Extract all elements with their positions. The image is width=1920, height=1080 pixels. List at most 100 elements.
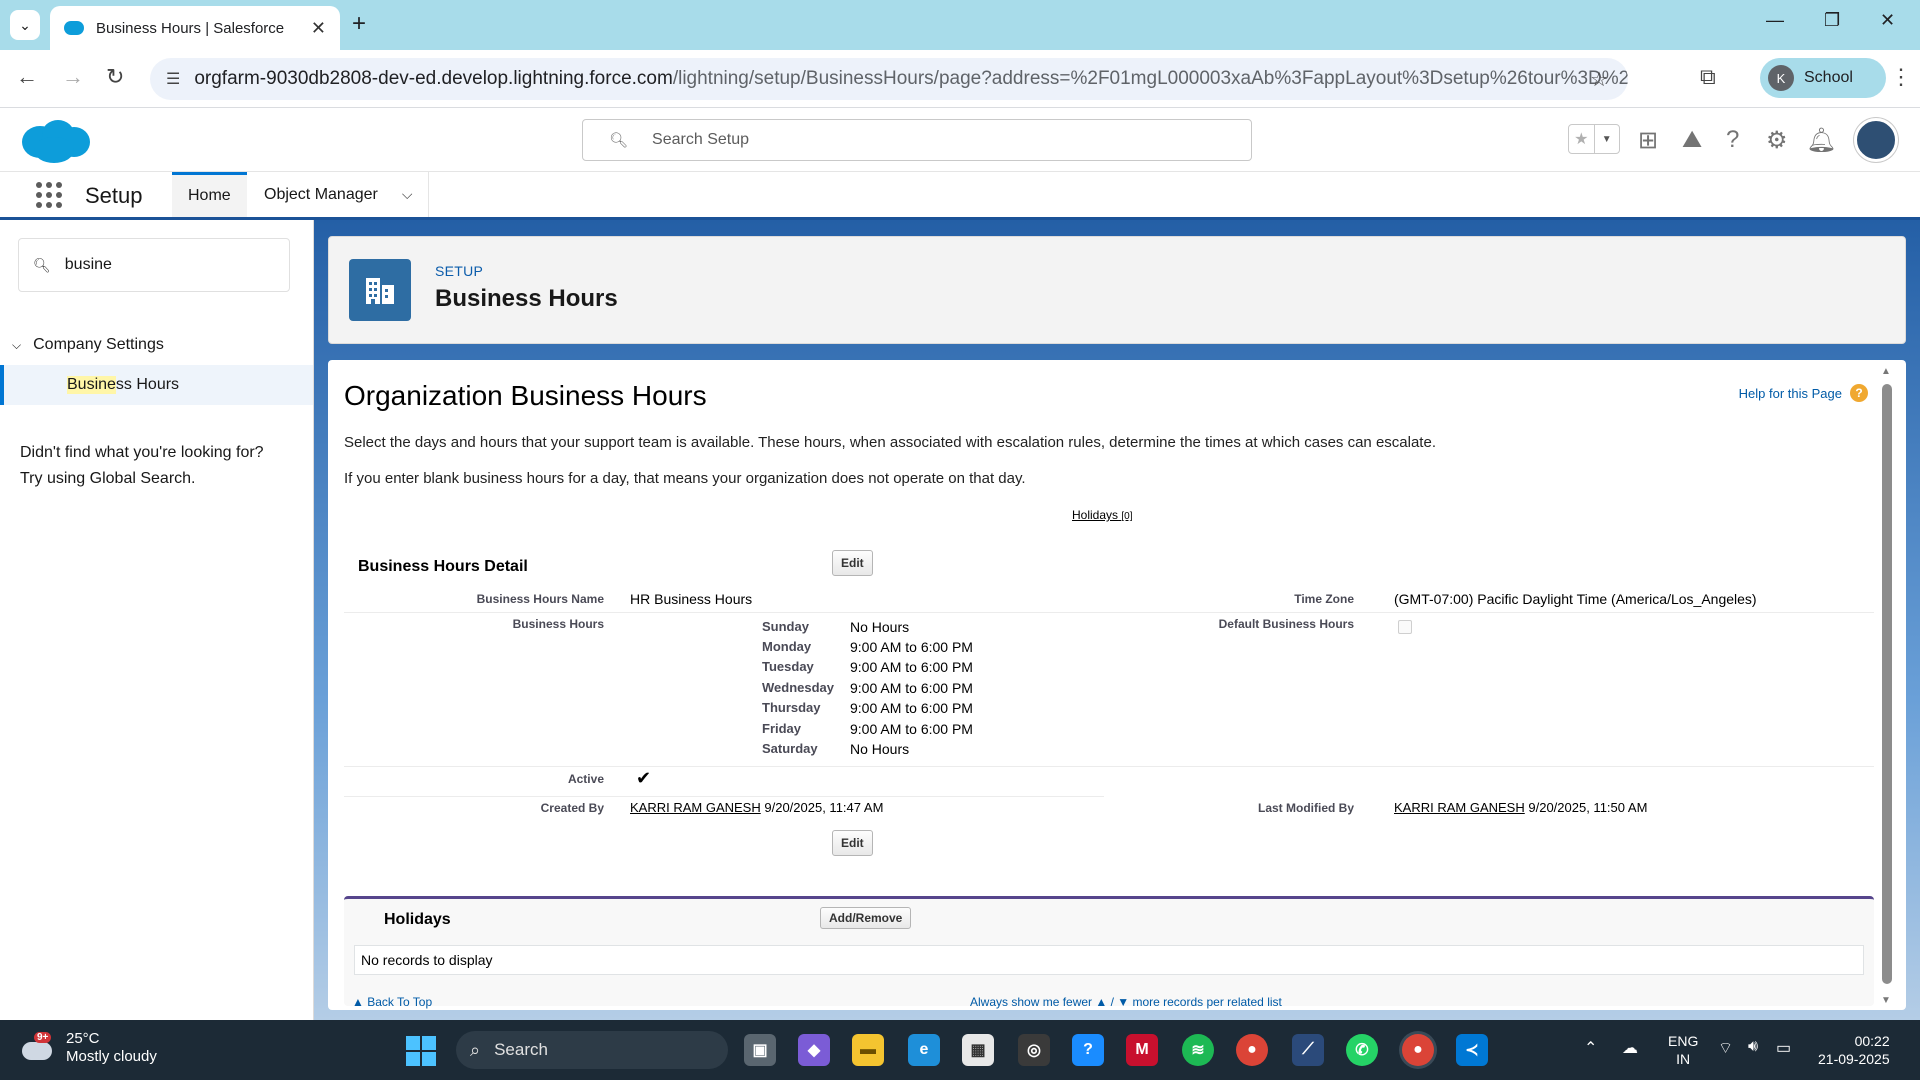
day-hours: 9:00 AM to 6:00 PM	[850, 680, 973, 696]
restore-button[interactable]: ❐	[1824, 10, 1840, 31]
main-content-area: SETUP Business Hours Organization Busine…	[314, 220, 1920, 1020]
forward-button[interactable]: →	[62, 64, 84, 90]
spotify-icon[interactable]: ≋	[1182, 1034, 1214, 1066]
search-icon: 🔍︎	[33, 256, 51, 273]
back-button[interactable]: ←	[16, 64, 38, 90]
holidays-anchor-link[interactable]: Holidays [0]	[1072, 508, 1133, 522]
battery-icon[interactable]: ▭	[1776, 1038, 1791, 1058]
chevron-down-icon[interactable]: ⌵	[402, 186, 413, 203]
holidays-related-list-title: Holidays	[384, 911, 451, 928]
help-question-icon: ?	[1850, 384, 1868, 402]
holidays-link-label: Holidays	[1072, 508, 1119, 522]
help-icon[interactable]: ?	[1726, 126, 1739, 154]
weather-widget[interactable]: 9+ 25°C Mostly cloudy	[20, 1030, 157, 1066]
created-by-label: Created By	[540, 801, 604, 815]
day-hours: 9:00 AM to 6:00 PM	[850, 700, 973, 716]
edit-button-top[interactable]: Edit	[832, 550, 873, 576]
onedrive-icon[interactable]: ☁	[1622, 1038, 1638, 1058]
clock-date: 21-09-2025	[1818, 1051, 1890, 1067]
close-tab-icon[interactable]: ✕	[311, 18, 326, 39]
copilot-icon[interactable]: ◆	[798, 1034, 830, 1066]
vscode-icon[interactable]: ≺	[1456, 1034, 1488, 1066]
setup-sidebar: 🔍︎ busine ⌵ Company Settings Busine ss Ho…	[0, 220, 314, 1020]
new-tab-button[interactable]: +	[352, 10, 366, 38]
browser-tab[interactable]: Business Hours | Salesforce ✕	[50, 6, 340, 50]
nav-divider	[428, 172, 429, 217]
wifi-icon[interactable]: ⌔	[1718, 1038, 1733, 1058]
sidebar-item-business-hours[interactable]: Busine ss Hours	[0, 365, 313, 405]
language-code: ENG	[1668, 1033, 1699, 1049]
global-header: 🔍︎ Search Setup ★ ▼ ⊞ ⛰ ? ⚙ 🔔︎	[0, 108, 1920, 172]
help-for-this-page-link[interactable]: Help for this Page ?	[1739, 384, 1868, 402]
chrome-profile-icon[interactable]: ●	[1402, 1034, 1434, 1066]
app-launcher-icon[interactable]	[36, 182, 62, 208]
modified-by-user-link[interactable]: KARRI RAM GANESH	[1394, 800, 1525, 815]
created-by-value: KARRI RAM GANESH 9/20/2025, 11:47 AM	[630, 800, 883, 815]
help-link-label: Help for this Page	[1738, 385, 1842, 401]
sidebar-section-company-settings[interactable]: ⌵ Company Settings	[12, 336, 164, 354]
close-window-button[interactable]: ✕	[1880, 10, 1895, 31]
scrollbar-thumb[interactable]	[1882, 384, 1892, 984]
setup-gear-icon[interactable]: ⚙	[1766, 126, 1788, 155]
notifications-bell-icon[interactable]: 🔔︎	[1806, 126, 1836, 155]
tray-overflow-icon[interactable]: ⌃	[1584, 1038, 1597, 1058]
favorites-control[interactable]: ★ ▼	[1568, 124, 1620, 154]
tab-object-manager[interactable]: Object Manager ⌵	[248, 172, 428, 217]
address-bar[interactable]: ☰ orgfarm-9030db2808-dev-ed.develop.ligh…	[150, 58, 1628, 100]
minimize-button[interactable]: —	[1766, 10, 1784, 31]
created-by-user-link[interactable]: KARRI RAM GANESH	[630, 800, 761, 815]
site-info-icon[interactable]: ☰	[166, 69, 180, 89]
app-icon[interactable]: ⟋	[1292, 1034, 1324, 1066]
windows-start-icon[interactable]	[406, 1036, 436, 1066]
microsoft-store-icon[interactable]: ▦	[962, 1034, 994, 1066]
day-hours: 9:00 AM to 6:00 PM	[850, 659, 973, 675]
tab-title: Business Hours | Salesforce	[96, 19, 285, 37]
trailhead-icon[interactable]: ⛰	[1682, 126, 1702, 154]
tab-search-button[interactable]: ⌄	[10, 10, 40, 40]
scroll-down-icon[interactable]: ▼	[1881, 995, 1891, 1006]
day-name: Thursday	[762, 700, 821, 715]
extensions-icon[interactable]: ⧉	[1700, 64, 1716, 90]
content-scrollbar[interactable]: ▲ ▼	[1880, 366, 1892, 1006]
add-remove-button[interactable]: Add/Remove	[820, 907, 912, 929]
mcafee-icon[interactable]: M	[1126, 1034, 1158, 1066]
profile-button[interactable]: K School	[1760, 58, 1886, 98]
setup-search-input[interactable]: 🔍︎ Search Setup	[582, 119, 1252, 161]
last-modified-by-label: Last Modified By	[1257, 801, 1354, 815]
edge-browser-icon[interactable]: e	[908, 1034, 940, 1066]
scroll-up-icon[interactable]: ▲	[1881, 366, 1891, 377]
chrome-icon[interactable]: ●	[1236, 1034, 1268, 1066]
salesforce-logo-icon[interactable]	[20, 118, 92, 164]
related-list-size-toggle[interactable]: Always show me fewer ▲ / ▼ more records …	[970, 995, 1282, 1009]
active-label: Active	[567, 772, 604, 786]
tab-object-manager-label: Object Manager	[264, 185, 378, 203]
get-help-icon[interactable]: ?	[1072, 1034, 1104, 1066]
clock[interactable]: 00:22 21-09-2025	[1818, 1032, 1890, 1068]
bookmark-star-icon[interactable]: ☆	[1590, 67, 1608, 92]
tab-home[interactable]: Home	[172, 172, 247, 217]
sidebar-section-label: Company Settings	[33, 336, 164, 353]
edit-button-bottom[interactable]: Edit	[832, 830, 873, 856]
task-view-icon[interactable]: ▣	[744, 1034, 776, 1066]
taskbar-search[interactable]: ⌕ Search	[456, 1031, 728, 1069]
language-indicator[interactable]: ENG IN	[1668, 1032, 1698, 1068]
profile-name: School	[1804, 69, 1853, 86]
browser-menu-icon[interactable]: ⋮	[1890, 64, 1912, 90]
day-hours: No Hours	[850, 619, 910, 635]
favorites-star-icon[interactable]: ★	[1569, 125, 1594, 153]
favorites-dropdown-icon[interactable]: ▼	[1593, 125, 1620, 153]
file-explorer-icon[interactable]: ▬	[852, 1034, 884, 1066]
quick-find-input[interactable]: 🔍︎ busine	[18, 238, 290, 292]
time-zone-value: (GMT-07:00) Pacific Daylight Time (Ameri…	[1394, 591, 1757, 607]
browser-tab-bar: ⌄ Business Hours | Salesforce ✕ + — ❐ ✕	[0, 0, 1920, 50]
url-path: /lightning/setup/BusinessHours/page?addr…	[672, 68, 1628, 89]
user-avatar[interactable]	[1854, 118, 1898, 162]
volume-icon[interactable]: 🔊︎	[1748, 1038, 1758, 1056]
day-name: Sunday	[762, 619, 809, 634]
day-hours: 9:00 AM to 6:00 PM	[850, 721, 973, 737]
github-icon[interactable]: ◎	[1018, 1034, 1050, 1066]
reload-button[interactable]: ↻	[106, 64, 124, 90]
back-to-top-link[interactable]: ▲ Back To Top	[352, 995, 432, 1009]
global-actions-icon[interactable]: ⊞	[1638, 126, 1658, 155]
whatsapp-icon[interactable]: ✆	[1346, 1034, 1378, 1066]
